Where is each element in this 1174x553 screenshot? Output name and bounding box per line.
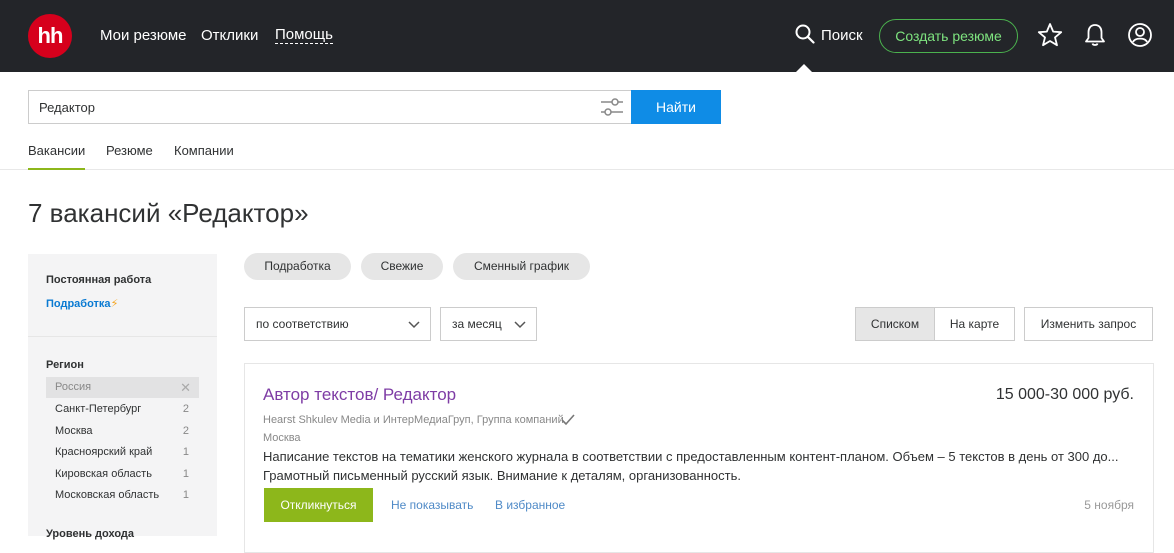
chip-part-time[interactable]: Подработка xyxy=(244,253,351,280)
region-item[interactable]: Кировская область 1 xyxy=(46,464,199,485)
region-name: Санкт-Петербург xyxy=(55,403,142,415)
view-map-button[interactable]: На карте xyxy=(934,307,1015,341)
region-count: 1 xyxy=(182,468,189,480)
hide-vacancy-link[interactable]: Не показывать xyxy=(391,498,473,512)
region-name: Россия xyxy=(55,381,92,393)
vacancy-requirements-line: Грамотный письменный русский язык. Внима… xyxy=(263,468,741,483)
region-item[interactable]: Московская область 1 xyxy=(46,485,199,506)
view-list-button[interactable]: Списком xyxy=(855,307,935,341)
nav-responses[interactable]: Отклики xyxy=(201,27,258,44)
add-to-favorites-link[interactable]: В избранное xyxy=(495,498,565,512)
region-count: 2 xyxy=(182,403,189,415)
part-time-link[interactable]: Подработка⚡ xyxy=(46,297,118,310)
profile-user-icon[interactable] xyxy=(1127,22,1153,48)
advanced-search-filter-icon[interactable] xyxy=(600,97,624,117)
verified-check-icon xyxy=(561,414,575,426)
vacancy-title-link[interactable]: Автор текстов/ Редактор xyxy=(263,385,456,405)
vacancy-description: Написание текстов на тематики женского ж… xyxy=(263,447,1133,485)
search-pointer-triangle xyxy=(796,64,812,72)
filters-sidebar: Постоянная работа Подработка⚡ Регион Рос… xyxy=(28,254,217,540)
region-heading: Регион xyxy=(46,359,84,371)
region-item[interactable]: Красноярский край 1 xyxy=(46,442,199,463)
region-count: 1 xyxy=(182,489,189,501)
tab-companies[interactable]: Компании xyxy=(174,143,234,158)
job-type-heading: Постоянная работа xyxy=(46,274,152,286)
search-panel: Найти Вакансии Резюме Компании xyxy=(0,72,1174,170)
top-navbar: hh Мои резюме Отклики Помощь Поиск Созда… xyxy=(0,0,1174,72)
vacancy-company-link[interactable]: Hearst Shkulev Media и ИнтерМедиаГруп, Г… xyxy=(263,414,564,426)
region-name: Москва xyxy=(55,425,93,437)
tab-resumes[interactable]: Резюме xyxy=(106,143,153,158)
period-select[interactable]: за месяц xyxy=(440,307,537,341)
lightning-icon: ⚡ xyxy=(110,298,119,310)
income-heading: Уровень дохода xyxy=(46,528,135,540)
region-count: 1 xyxy=(182,446,189,458)
vacancy-card: Автор текстов/ Редактор 15 000-30 000 ру… xyxy=(244,363,1154,553)
search-icon xyxy=(795,24,815,44)
notifications-bell-icon[interactable] xyxy=(1082,22,1108,48)
create-resume-button[interactable]: Создать резюме xyxy=(879,19,1018,53)
nav-my-resumes[interactable]: Мои резюме xyxy=(100,27,187,44)
region-item-russia[interactable]: Россия ✕ xyxy=(46,377,199,398)
region-name: Кировская область xyxy=(55,468,152,480)
apply-button[interactable]: Откликнуться xyxy=(264,488,373,522)
hh-logo[interactable]: hh xyxy=(28,14,72,58)
chevron-down-icon xyxy=(408,321,420,329)
clear-region-icon[interactable]: ✕ xyxy=(180,377,191,398)
chip-fresh[interactable]: Свежие xyxy=(361,253,443,280)
chip-shift-schedule[interactable]: Сменный график xyxy=(453,253,590,280)
vacancy-date: 5 ноября xyxy=(1084,498,1134,512)
sort-select-value: по соответствию xyxy=(256,317,349,331)
find-button[interactable]: Найти xyxy=(631,90,721,124)
page-title: 7 вакансий «Редактор» xyxy=(28,198,309,228)
vacancy-city: Москва xyxy=(263,432,301,444)
favorites-star-icon[interactable] xyxy=(1037,22,1063,48)
vacancy-description-line: Написание текстов на тематики женского ж… xyxy=(263,449,1119,464)
nav-help[interactable]: Помощь xyxy=(275,27,333,44)
sidebar-divider xyxy=(28,336,217,337)
region-item[interactable]: Санкт-Петербург 2 xyxy=(46,399,199,420)
edit-query-button[interactable]: Изменить запрос xyxy=(1024,307,1153,341)
part-time-label: Подработка xyxy=(46,298,111,310)
chevron-down-icon xyxy=(514,321,526,329)
vacancy-salary: 15 000-30 000 руб. xyxy=(995,386,1134,403)
period-select-value: за месяц xyxy=(452,317,502,331)
sort-select[interactable]: по соответствию xyxy=(244,307,431,341)
region-name: Московская область xyxy=(55,489,160,501)
search-input[interactable] xyxy=(28,90,631,124)
region-count: 2 xyxy=(182,425,189,437)
header-search-label: Поиск xyxy=(821,27,863,44)
region-item[interactable]: Москва 2 xyxy=(46,421,199,442)
tab-vacancies[interactable]: Вакансии xyxy=(28,143,86,170)
region-name: Красноярский край xyxy=(55,446,153,458)
